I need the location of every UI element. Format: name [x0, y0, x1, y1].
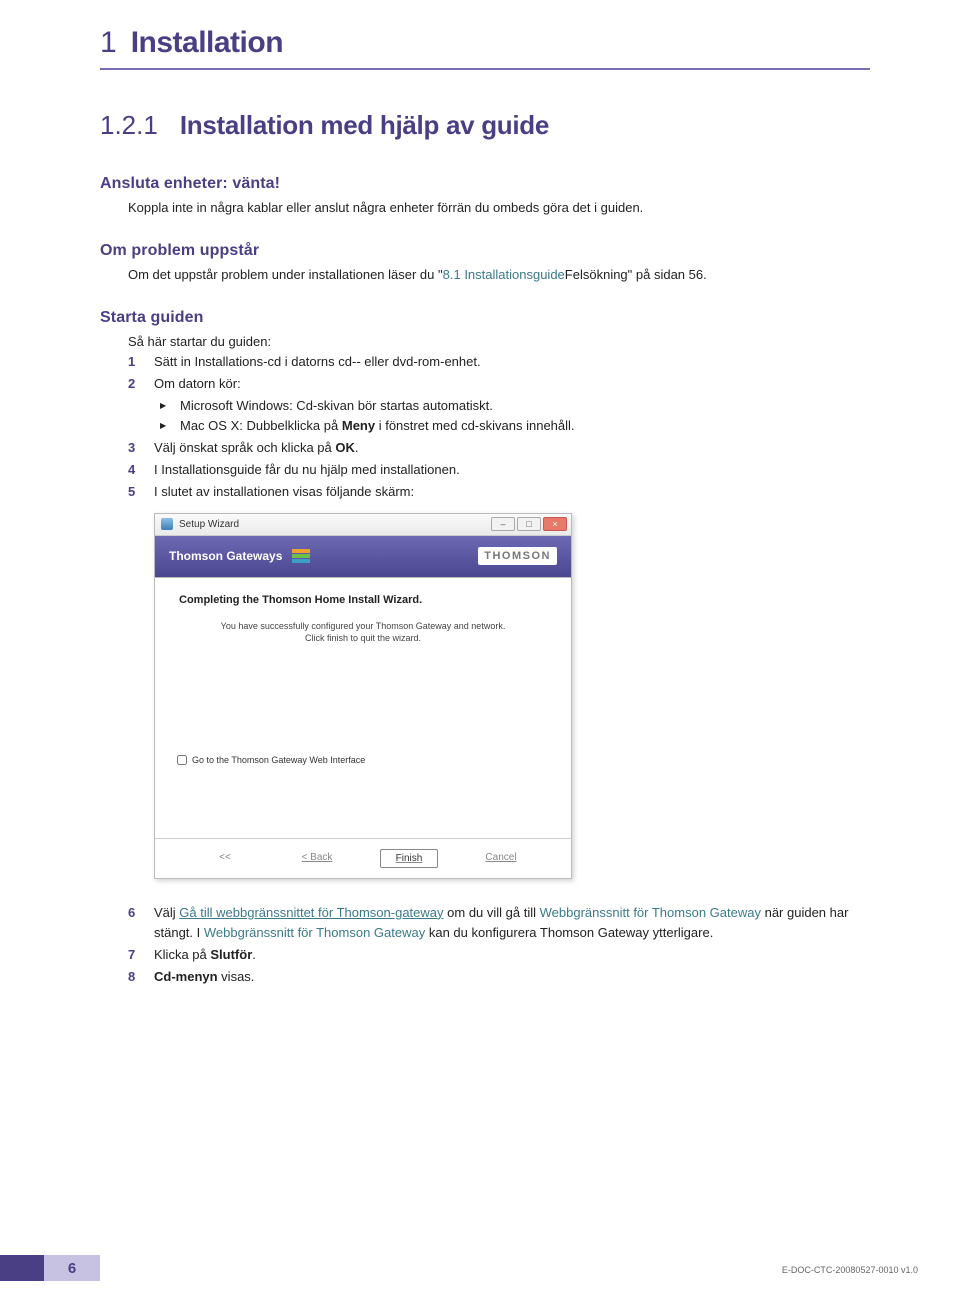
list-item: 2 Om datorn kör: Microsoft Windows: Cd-s…	[128, 374, 870, 436]
wizard-message: You have successfully configured your Th…	[177, 620, 549, 645]
app-icon	[161, 518, 173, 530]
wizard-banner: Thomson Gateways THOMSON	[155, 536, 571, 578]
item-number: 4	[128, 460, 135, 480]
guide-steps-list-2: 6 Välj Gå till webbgränssnittet för Thom…	[100, 903, 870, 988]
brand-logo: THOMSON	[478, 547, 557, 565]
item-text: Om datorn kör:	[154, 376, 241, 391]
wizard-screenshot: Setup Wizard – □ × Thomson Gateways THOM…	[154, 513, 572, 879]
window-titlebar: Setup Wizard – □ ×	[155, 514, 571, 536]
sub-text: Mac OS X: Dubbelklicka på	[180, 418, 342, 433]
maximize-button[interactable]: □	[517, 517, 541, 531]
cancel-button[interactable]: Cancel	[472, 849, 530, 868]
msg-line: Click finish to quit the wizard.	[305, 633, 421, 643]
window-title: Setup Wizard	[179, 519, 485, 530]
sub-item: Mac OS X: Dubbelklicka på Meny i fönstre…	[160, 416, 870, 436]
item-text: I slutet av installationen visas följand…	[154, 484, 414, 499]
bold-text: Slutför	[210, 947, 252, 962]
goto-web-interface-checkbox[interactable]: Go to the Thomson Gateway Web Interface	[177, 755, 549, 765]
list-item: 6 Välj Gå till webbgränssnittet för Thom…	[128, 903, 870, 943]
checkbox-label: Go to the Thomson Gateway Web Interface	[192, 755, 365, 765]
item-text: .	[355, 440, 359, 455]
chapter-header: 1 Installation	[100, 26, 870, 60]
item-number: 2	[128, 374, 135, 394]
close-button[interactable]: ×	[543, 517, 567, 531]
block-title: Ansluta enheter: vänta!	[100, 175, 870, 193]
item-text: visas.	[218, 969, 255, 984]
block-text: Koppla inte in några kablar eller anslut…	[100, 199, 870, 218]
page-number-bar: 6	[0, 1255, 100, 1281]
item-number: 1	[128, 352, 135, 372]
sub-text: i fönstret med cd-skivans innehåll.	[375, 418, 574, 433]
intro-text: Så här startar du guiden:	[100, 333, 870, 352]
item-text: .	[252, 947, 256, 962]
list-item: 5 I slutet av installationen visas följa…	[128, 482, 870, 502]
msg-line: You have successfully configured your Th…	[221, 621, 506, 631]
divider	[100, 68, 870, 70]
block-title: Om problem uppstår	[100, 242, 870, 260]
sub-item: Microsoft Windows: Cd-skivan bör startas…	[160, 396, 870, 416]
block-start-guide: Starta guiden Så här startar du guiden: …	[100, 309, 870, 987]
chapter-number: 1	[100, 26, 117, 60]
bold-text: OK	[335, 440, 355, 455]
bold-text: Cd-menyn	[154, 969, 218, 984]
list-item: 4 I Installationsguide får du nu hjälp m…	[128, 460, 870, 480]
list-item: 1 Sätt in Installations-cd i datorns cd-…	[128, 352, 870, 372]
inline-link[interactable]: Gå till webbgränssnittet för Thomson-gat…	[179, 905, 443, 920]
item-number: 5	[128, 482, 135, 502]
sub-text: Microsoft Windows: Cd-skivan bör startas…	[180, 398, 493, 413]
page-number: 6	[44, 1255, 100, 1281]
list-item: 8 Cd-menyn visas.	[128, 967, 870, 987]
section-header: 1.2.1 Installation med hjälp av guide	[100, 110, 870, 141]
block-text: Om det uppstår problem under installatio…	[100, 266, 870, 285]
section-number: 1.2.1	[100, 110, 158, 141]
item-text: Klicka på	[154, 947, 210, 962]
item-text: I Installationsguide får du nu hjälp med…	[154, 462, 460, 477]
item-text: Sätt in Installations-cd i datorns cd-- …	[154, 354, 481, 369]
item-text: kan du konfigurera Thomson Gateway ytter…	[425, 925, 713, 940]
item-text: Välj	[154, 905, 179, 920]
list-item: 3 Välj önskat språk och klicka på OK.	[128, 438, 870, 458]
banner-text: Thomson Gateways	[169, 549, 282, 563]
item-text: Välj önskat språk och klicka på	[154, 440, 335, 455]
list-item: 7 Klicka på Slutför.	[128, 945, 870, 965]
finish-button[interactable]: Finish	[380, 849, 438, 868]
item-number: 6	[128, 903, 135, 923]
wizard-footer: << < Back Finish Cancel	[155, 838, 571, 878]
page-footer: 6 E-DOC-CTC-20080527-0010 v1.0	[0, 1255, 960, 1281]
inline-link[interactable]: Webbgränssnitt för Thomson Gateway	[540, 905, 761, 920]
block-title: Starta guiden	[100, 309, 870, 327]
text: Felsökning" på sidan 56	[565, 267, 703, 282]
block-problems: Om problem uppstår Om det uppstår proble…	[100, 242, 870, 285]
text: .	[703, 267, 707, 282]
window-buttons: – □ ×	[491, 517, 567, 531]
chapter-title: Installation	[131, 26, 283, 60]
document-id: E-DOC-CTC-20080527-0010 v1.0	[782, 1265, 918, 1275]
item-number: 3	[128, 438, 135, 458]
checkbox-input[interactable]	[177, 755, 187, 765]
minimize-button[interactable]: –	[491, 517, 515, 531]
text: Om det uppstår problem under installatio…	[128, 267, 438, 282]
first-button[interactable]: <<	[196, 849, 254, 868]
item-number: 7	[128, 945, 135, 965]
section-title: Installation med hjälp av guide	[180, 110, 549, 141]
banner-stripes-icon	[292, 549, 310, 563]
sub-list: Microsoft Windows: Cd-skivan bör startas…	[154, 396, 870, 436]
item-number: 8	[128, 967, 135, 987]
back-button[interactable]: < Back	[288, 849, 346, 868]
wizard-body: Completing the Thomson Home Install Wiza…	[155, 578, 571, 838]
wizard-heading: Completing the Thomson Home Install Wiza…	[177, 594, 549, 606]
inline-link[interactable]: Webbgränssnitt för Thomson Gateway	[204, 925, 425, 940]
item-text: om du vill gå till	[444, 905, 540, 920]
guide-steps-list: 1 Sätt in Installations-cd i datorns cd-…	[100, 352, 870, 503]
block-connect-devices: Ansluta enheter: vänta! Koppla inte in n…	[100, 175, 870, 218]
inline-link[interactable]: 8.1 Installationsguide	[443, 267, 565, 282]
bold-text: Meny	[342, 418, 375, 433]
